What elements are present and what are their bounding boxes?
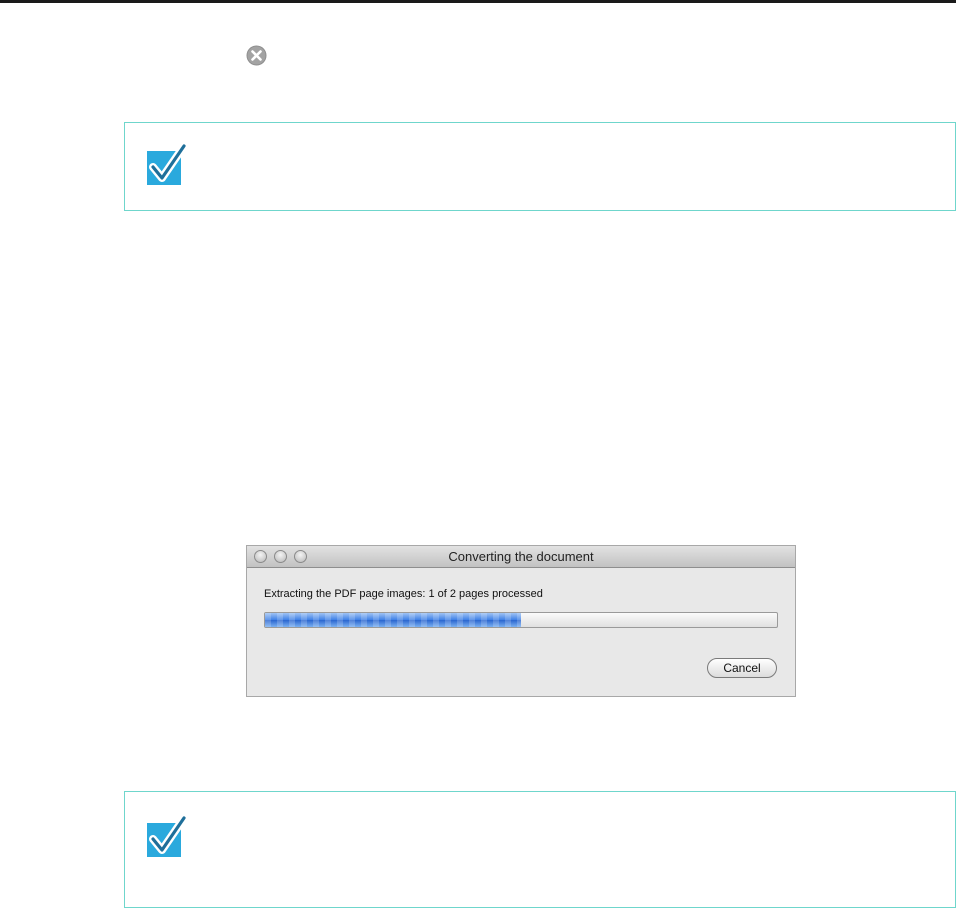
dialog-titlebar[interactable]: Converting the document <box>247 546 795 568</box>
close-circle-icon <box>246 45 267 66</box>
progress-bar <box>264 612 778 628</box>
dialog-title: Converting the document <box>448 549 594 564</box>
checkmark-icon <box>147 143 188 185</box>
note-box <box>124 122 956 211</box>
note-box <box>124 791 956 908</box>
progress-dialog: Converting the document Extracting the P… <box>246 545 796 697</box>
progress-bar-fill <box>265 613 521 627</box>
cancel-button[interactable]: Cancel <box>707 658 777 678</box>
page-top-rule <box>0 0 956 3</box>
checkmark-icon <box>147 815 188 857</box>
status-text: Extracting the PDF page images: 1 of 2 p… <box>264 588 543 600</box>
